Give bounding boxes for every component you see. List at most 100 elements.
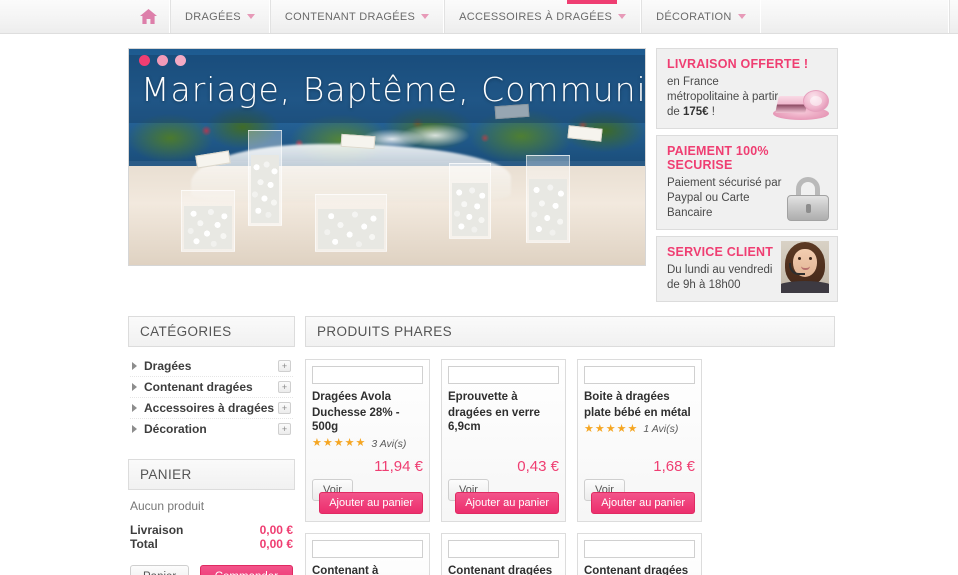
expand-category-button[interactable]: + <box>278 423 291 435</box>
checkout-button[interactable]: Commander <box>199 565 293 575</box>
promo-column: LIVRAISON OFFERTE ! en France métropolit… <box>656 48 838 302</box>
expand-category-button[interactable]: + <box>278 360 291 372</box>
product-title[interactable]: Dragées Avola Duchesse 28% - 500g <box>312 390 423 435</box>
star-icon: ★ <box>344 437 355 449</box>
products-heading: PRODUITS PHARES <box>305 316 835 347</box>
product-actions: Voir Ajouter au panier <box>312 478 423 514</box>
product-name: Boite à dragées plate bébé en métal <box>584 391 691 419</box>
promo-title: PAIEMENT 100% SECURISE <box>667 144 769 172</box>
product-image[interactable] <box>312 539 423 558</box>
product-image[interactable] <box>448 366 559 384</box>
product-card[interactable]: Contenant dragées boite diamant 1,50 € V… <box>577 532 702 575</box>
star-icon: ★ <box>322 437 333 449</box>
promo-body: Du lundi au vendredi de 9h à 18h00 <box>667 264 773 291</box>
sidebar-item-contenant-dragees[interactable]: Contenant dragées + <box>130 377 293 398</box>
nav-item-dragees[interactable]: DRAGÉES <box>170 0 270 33</box>
active-nav-indicator <box>567 0 617 4</box>
star-icon: ★ <box>584 422 594 435</box>
product-price: 0,43 € <box>517 457 559 475</box>
page-wrap: Mariage, Baptême, Communion LIVRAISON OF… <box>0 34 958 575</box>
category-label[interactable]: Contenant dragées <box>144 380 278 394</box>
product-image[interactable] <box>312 366 423 384</box>
banner-candy-jar <box>448 163 491 240</box>
view-cart-button[interactable]: Panier <box>130 565 190 575</box>
product-title[interactable]: Contenant dragées robe voile cuir Blanc <box>448 564 559 575</box>
nav-label: CONTENANT DRAGÉES <box>284 10 416 23</box>
cart-total-label: Total <box>130 537 158 551</box>
hero-row: Mariage, Baptême, Communion LIVRAISON OF… <box>128 48 958 302</box>
add-to-cart-button[interactable]: Ajouter au panier <box>319 491 423 514</box>
product-rating: ★ ★ ★ ★ ★ 3 Avi(s) <box>312 438 423 450</box>
product-rating <box>448 438 559 450</box>
sidebar-item-accessoires-a-dragees[interactable]: Accessoires à dragées + <box>130 398 293 419</box>
category-label[interactable]: Dragées <box>144 359 278 373</box>
product-image[interactable] <box>448 539 559 558</box>
product-price: 1,68 € <box>653 457 695 475</box>
categories-block: CATÉGORIES Dragées + Contenant dragées + <box>128 316 295 446</box>
cake-icon <box>773 86 829 120</box>
nav-label: ACCESSOIRES À DRAGÉES <box>459 10 613 23</box>
promo-text-tail: ! <box>708 106 715 118</box>
categories-list: Dragées + Contenant dragées + Accessoire… <box>128 347 295 446</box>
expand-category-button[interactable]: + <box>278 402 291 414</box>
product-title[interactable]: Contenant dragées boite diamant <box>584 564 695 575</box>
nav-item-accessoires-a-dragees[interactable]: ACCESSOIRES À DRAGÉES <box>444 0 642 33</box>
cart-total-value: 0,00 € <box>259 537 293 551</box>
banner-title: Mariage, Baptême, Communion <box>141 69 646 109</box>
nav-item-nouveautes[interactable]: NOUVEAUTÉS <box>948 0 958 33</box>
nav-spacer <box>761 0 949 33</box>
cart-line-shipping: Livraison 0,00 € <box>130 523 293 537</box>
product-image[interactable] <box>584 366 695 384</box>
add-to-cart-button[interactable]: Ajouter au panier <box>591 491 695 514</box>
product-card[interactable]: Contenant à dragées pyramide ★★★★★ 1 Avi… <box>305 532 430 575</box>
banner-candy-jar <box>180 190 235 253</box>
product-grid: Dragées Avola Duchesse 28% - 500g ★ ★ ★ ★ ★ … <box>305 359 835 575</box>
product-title[interactable]: Boite à dragées plate bébé en métal <box>584 390 695 420</box>
chevron-right-icon <box>132 362 137 370</box>
nav-item-contenant-dragees[interactable]: CONTENANT DRAGÉES <box>269 0 445 33</box>
star-icon: ★ <box>616 422 627 435</box>
product-image[interactable] <box>584 539 695 558</box>
nav-label: DÉCORATION <box>656 10 732 23</box>
cart-title: PANIER <box>128 459 295 490</box>
banner-dot-1[interactable] <box>139 55 150 66</box>
category-label[interactable]: Accessoires à dragées <box>144 401 278 415</box>
sidebar-item-decoration[interactable]: Décoration + <box>130 419 293 439</box>
cart-buttons: Panier Commander <box>130 565 293 575</box>
banner-slider-dots[interactable] <box>139 55 186 66</box>
chevron-down-icon <box>618 14 627 19</box>
product-card[interactable]: Boite à dragées plate bébé en métal ★ ★ ★ ★… <box>577 359 702 522</box>
nav-label: DRAGÉES <box>185 10 241 23</box>
cart-shipping-value: 0,00 € <box>259 523 293 537</box>
home-button[interactable] <box>128 0 170 33</box>
promo-service-client: SERVICE CLIENT Du lundi au vendredi de 9… <box>656 236 838 302</box>
product-name: Dragées Avola Duchesse 28% - 500g <box>312 391 400 433</box>
product-actions: Voir Ajouter au panier <box>584 478 695 514</box>
category-label[interactable]: Décoration <box>144 422 278 436</box>
sidebar-item-dragees[interactable]: Dragées + <box>130 356 293 377</box>
banner-candy-jar <box>314 194 387 253</box>
product-card[interactable]: Dragées Avola Duchesse 28% - 500g ★ ★ ★ ★ ★ … <box>305 359 430 522</box>
cart-block: PANIER Aucun produit Livraison 0,00 € To… <box>128 459 295 575</box>
add-to-cart-button[interactable]: Ajouter au panier <box>455 491 559 514</box>
promo-body: en France métropolitaine à partir de 175… <box>667 75 785 120</box>
product-card[interactable]: Contenant dragées robe voile cuir Blanc … <box>441 532 566 575</box>
nav-item-decoration[interactable]: DÉCORATION <box>641 0 761 33</box>
product-title[interactable]: Contenant à dragées pyramide <box>312 564 423 575</box>
banner-dot-2[interactable] <box>157 55 168 66</box>
banner-dot-3[interactable] <box>175 55 186 66</box>
product-rating: ★ ★ ★ ★ ★ 1 Avi(s) <box>584 423 695 435</box>
expand-category-button[interactable]: + <box>278 381 291 393</box>
promo-body: Paiement sécurisé par Paypal ou Carte Ba… <box>667 177 782 219</box>
star-icon: ★ <box>355 437 366 449</box>
promo-amount: 175€ <box>683 106 709 118</box>
left-sidebar: CATÉGORIES Dragées + Contenant dragées + <box>128 316 295 575</box>
review-count: 1 Avi(s) <box>643 423 679 435</box>
cart-empty-message: Aucun produit <box>130 499 205 513</box>
hero-banner[interactable]: Mariage, Baptême, Communion <box>128 48 646 266</box>
product-title[interactable]: Eprouvette à dragées en verre 6,9cm <box>448 390 559 435</box>
product-name: Contenant dragées robe voile cuir Blanc <box>448 564 553 575</box>
product-card[interactable]: Eprouvette à dragées en verre 6,9cm 0,43… <box>441 359 566 522</box>
promo-title: LIVRAISON OFFERTE ! <box>667 57 809 71</box>
chevron-down-icon <box>421 14 430 19</box>
